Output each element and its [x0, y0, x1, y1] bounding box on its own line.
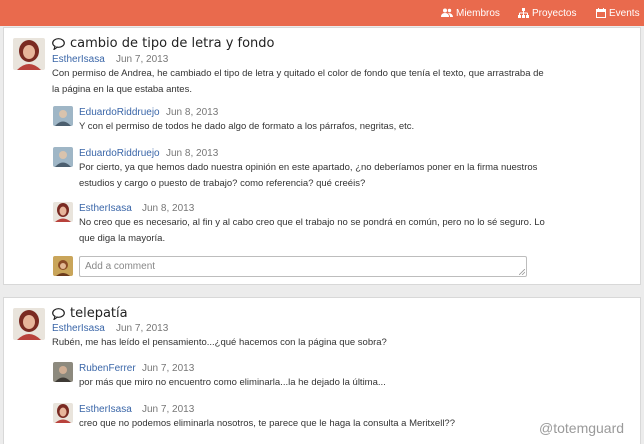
resize-handle-icon[interactable] [519, 269, 525, 275]
avatar[interactable] [53, 147, 73, 167]
calendar-icon [596, 8, 606, 18]
author-link[interactable]: EduardoRiddruejo [79, 107, 160, 118]
post-date: Jun 8, 2013 [166, 107, 219, 118]
reply-body: creo que no podemos eliminarla nosotros,… [79, 418, 456, 429]
post-date: Jun 7, 2013 [116, 323, 169, 334]
watermark: @totemguard [539, 420, 625, 436]
topic-title[interactable]: telepatía [52, 306, 128, 321]
user-photo-icon [53, 362, 73, 382]
discussion-card: cambio de tipo de letra y fondo EstherIs… [3, 27, 641, 285]
post-body: Con permiso de Andrea, he cambiado el ti… [52, 68, 544, 95]
author-link[interactable]: EstherIsasa [79, 203, 132, 214]
avatar[interactable] [53, 362, 73, 382]
post-date: Jun 8, 2013 [166, 148, 219, 159]
reply-body: No creo que es necesario, al fin y al ca… [79, 217, 545, 244]
nav-events-label: Events [609, 7, 640, 19]
user-photo-icon [53, 147, 73, 167]
nav-proyectos-label: Proyectos [532, 7, 577, 19]
current-user-avatar [53, 256, 73, 276]
reply-body: Y con el permiso de todos he dado algo d… [79, 121, 415, 132]
reply-body: Por cierto, ya que hemos dado nuestra op… [79, 162, 538, 189]
users-icon [441, 8, 453, 17]
post-body: Rubén, me has leído el pensamiento...¿qu… [52, 337, 387, 348]
sitemap-icon [518, 8, 529, 18]
nav-miembros[interactable]: Miembros [441, 5, 500, 21]
author-link[interactable]: EstherIsasa [52, 54, 105, 65]
post-date: Jun 7, 2013 [116, 54, 169, 65]
avatar[interactable] [53, 202, 73, 222]
avatar[interactable] [13, 38, 45, 70]
user-photo-icon [13, 308, 45, 340]
author-link[interactable]: RubenFerrer [79, 363, 136, 374]
post-date: Jun 7, 2013 [142, 363, 195, 374]
post-date: Jun 8, 2013 [142, 203, 195, 214]
avatar[interactable] [53, 403, 73, 423]
nav-events[interactable]: Events [596, 5, 640, 21]
speech-bubble-icon [52, 307, 65, 320]
user-photo-icon [53, 202, 73, 222]
user-photo-icon [53, 256, 73, 276]
topic-title[interactable]: cambio de tipo de letra y fondo [52, 36, 275, 51]
author-link[interactable]: EstherIsasa [52, 323, 105, 334]
user-photo-icon [13, 38, 45, 70]
author-link[interactable]: EduardoRiddruejo [79, 148, 160, 159]
nav-miembros-label: Miembros [456, 7, 500, 19]
nav-proyectos[interactable]: Proyectos [518, 5, 576, 21]
author-link[interactable]: EstherIsasa [79, 404, 132, 415]
speech-bubble-icon [52, 37, 65, 50]
avatar[interactable] [13, 308, 45, 340]
top-nav-bar: Miembros Proyectos Events [0, 0, 644, 26]
user-photo-icon [53, 106, 73, 126]
avatar[interactable] [53, 106, 73, 126]
post-date: Jun 7, 2013 [142, 404, 195, 415]
user-photo-icon [53, 403, 73, 423]
comment-input[interactable]: Add a comment [79, 256, 527, 277]
reply-body: por más que miro no encuentro como elimi… [79, 377, 386, 388]
